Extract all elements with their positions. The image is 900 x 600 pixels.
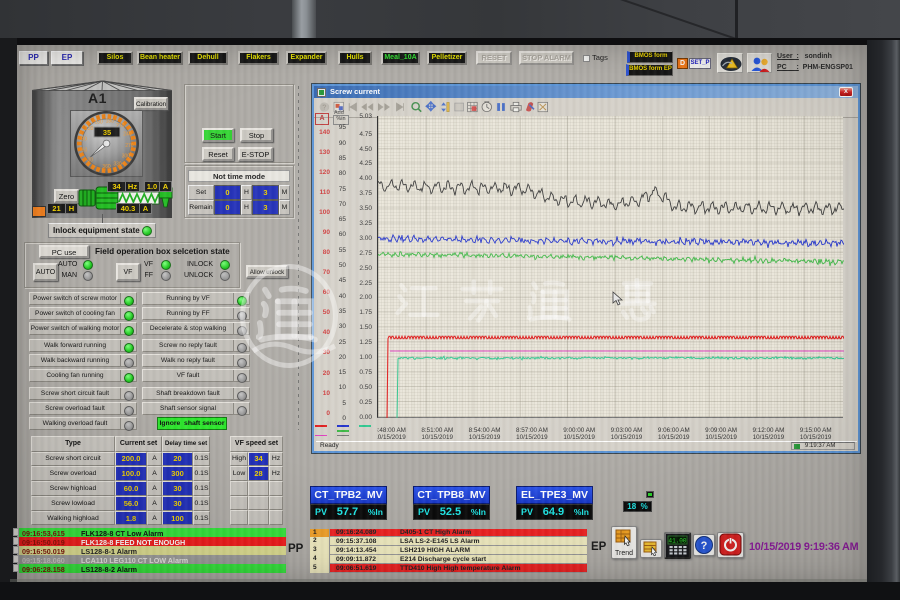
svg-text:60: 60 — [82, 148, 88, 154]
svg-text:150: 150 — [94, 120, 103, 126]
svg-text:41.00: 41.00 — [668, 538, 686, 545]
svg-text:30: 30 — [87, 158, 93, 164]
svg-text:35: 35 — [103, 128, 111, 137]
svg-text:330: 330 — [113, 161, 122, 167]
svg-text:180: 180 — [106, 118, 115, 124]
svg-text:240: 240 — [123, 132, 132, 138]
svg-text:360: 360 — [102, 164, 111, 170]
svg-text:120: 120 — [85, 126, 94, 132]
svg-text:Trend: Trend — [615, 550, 633, 557]
svg-text:?: ? — [322, 103, 326, 111]
svg-text:300: 300 — [122, 154, 131, 160]
svg-text:270: 270 — [125, 143, 134, 149]
svg-text:?: ? — [701, 540, 708, 552]
svg-text:90: 90 — [81, 136, 87, 142]
